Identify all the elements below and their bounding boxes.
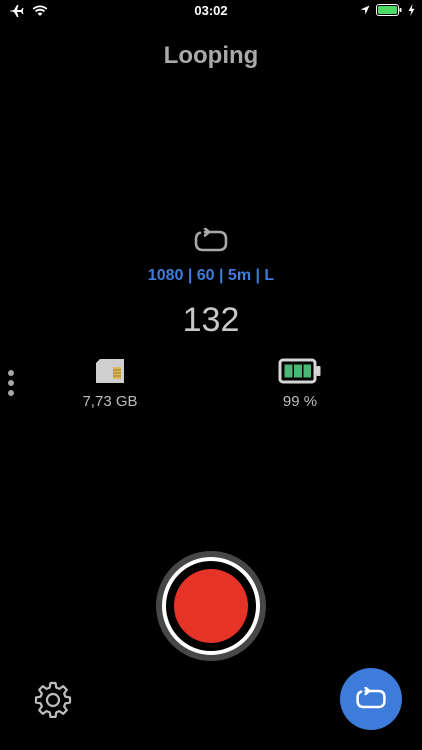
record-button[interactable] (156, 551, 266, 661)
gear-icon[interactable] (34, 680, 72, 718)
status-right (360, 4, 415, 16)
battery-level-icon (278, 358, 321, 384)
dot (8, 370, 14, 376)
loop-icon (356, 687, 386, 709)
battery-value: 99 % (282, 393, 318, 410)
loop-mode-button[interactable] (340, 668, 402, 730)
storage-value: 7,73 GB (82, 393, 138, 410)
sd-card-icon (96, 359, 124, 383)
status-bar: 03:02 (0, 0, 422, 22)
storage-stat: 7,73 GB (70, 358, 150, 410)
location-arrow-icon (360, 5, 370, 15)
record-icon (174, 569, 248, 643)
battery-icon (376, 4, 402, 16)
more-vertical-icon[interactable] (5, 370, 17, 402)
record-ring (162, 557, 260, 655)
page-title: Looping (163, 42, 259, 69)
recording-settings-summary[interactable]: 1080 | 60 | 5m | L (0, 267, 422, 285)
status-time: 03:02 (194, 3, 228, 18)
dot (8, 380, 14, 386)
battery-stat: 99 % (260, 358, 340, 410)
charging-bolt-icon (408, 4, 415, 16)
loop-icon (194, 228, 228, 252)
dot (8, 390, 14, 396)
recording-counter: 132 (182, 301, 240, 339)
